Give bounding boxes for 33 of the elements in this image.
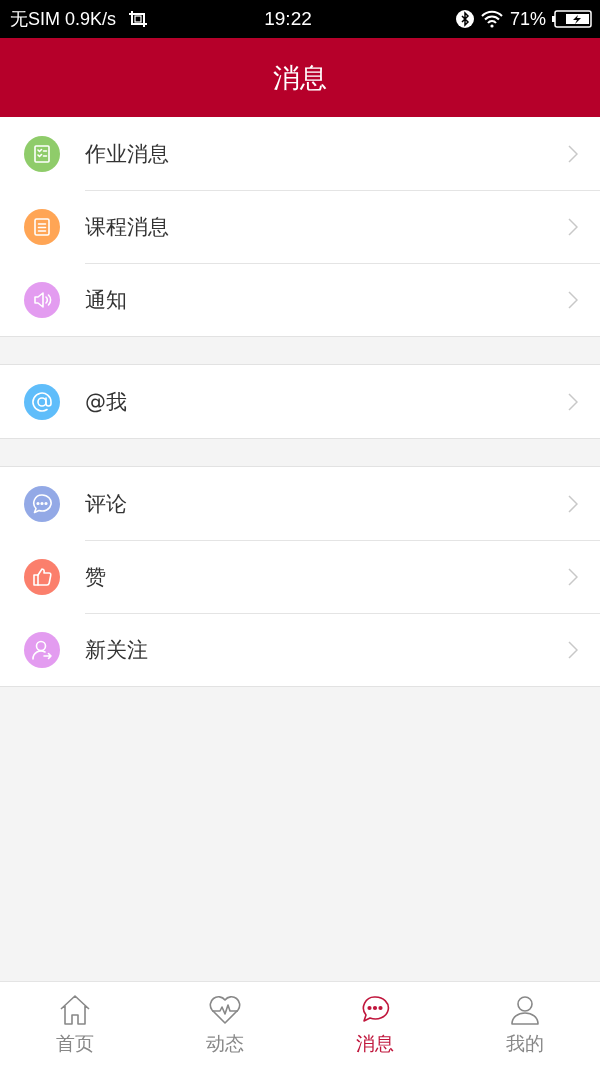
- nav-tab[interactable]: 我的: [450, 982, 600, 1067]
- battery-charging-icon: [552, 10, 592, 28]
- message-category-item[interactable]: 赞: [0, 540, 600, 613]
- bluetooth-icon: [455, 10, 474, 28]
- chevron-right-icon: [568, 568, 578, 586]
- chevron-right-icon: [568, 291, 578, 309]
- message-category-item[interactable]: 课程消息: [0, 190, 600, 263]
- message-category-item[interactable]: @我: [0, 365, 600, 438]
- category-label: @我: [85, 388, 127, 416]
- battery-percent-text: 71%: [509, 8, 546, 30]
- wifi-icon: [479, 10, 504, 28]
- chevron-right-icon: [568, 392, 578, 411]
- nav-tab[interactable]: 动态: [150, 982, 300, 1067]
- clock-text: 19:22: [263, 8, 313, 30]
- message-category-item[interactable]: 作业消息: [0, 117, 600, 190]
- chevron-right-icon: [568, 144, 578, 163]
- nav-tab[interactable]: 消息: [300, 982, 450, 1067]
- message-category-item[interactable]: 新关注: [0, 613, 600, 686]
- message-category-item[interactable]: 通知: [0, 263, 600, 336]
- category-label: 作业消息: [85, 140, 169, 168]
- message-category-item[interactable]: 评论: [0, 467, 600, 540]
- nav-tab[interactable]: 首页: [0, 982, 150, 1067]
- chevron-right-icon: [568, 494, 578, 513]
- category-label: 新关注: [85, 637, 148, 664]
- category-label: 评论: [85, 490, 127, 518]
- category-label: 通知: [85, 287, 127, 314]
- chevron-right-icon: [568, 641, 578, 659]
- category-label: 赞: [85, 564, 106, 591]
- carrier-text: 无SIM 0.9K/s: [10, 8, 117, 31]
- home-icon: [58, 992, 92, 1027]
- category-label: 课程消息: [85, 214, 169, 241]
- chevron-right-icon: [568, 218, 578, 236]
- page-title: 消息: [273, 60, 327, 95]
